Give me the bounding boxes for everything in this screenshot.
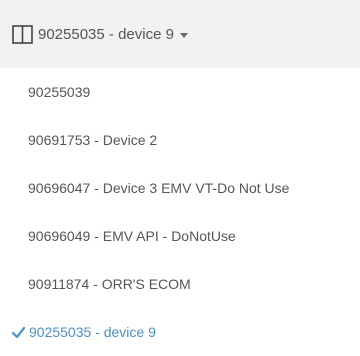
menu-item-90696047[interactable]: 90696047 - Device 3 EMV VT-Do Not Use: [0, 164, 360, 212]
device-dropdown-menu: 90255039 90691753 - Device 2 90696047 - …: [0, 68, 360, 356]
menu-item-90691753[interactable]: 90691753 - Device 2: [0, 116, 360, 164]
checkmark-icon: [12, 326, 25, 338]
device-selector-dropdown[interactable]: 90255035 - device 9: [12, 20, 188, 48]
menu-item-label: 90255039: [28, 84, 91, 100]
menu-item-label: 90911874 - ORR'S ECOM: [28, 276, 191, 292]
device-selector-header: 90255035 - device 9: [0, 0, 360, 68]
columns-icon: [12, 24, 33, 44]
menu-item-90696049[interactable]: 90696049 - EMV API - DoNotUse: [0, 212, 360, 260]
caret-down-icon: [179, 32, 188, 38]
current-device-label: 90255035 - device 9: [38, 25, 174, 43]
menu-item-label: 90691753 - Device 2: [28, 132, 158, 148]
menu-item-90255039[interactable]: 90255039: [0, 68, 360, 116]
menu-item-label: 90696047 - Device 3 EMV VT-Do Not Use: [28, 180, 290, 196]
menu-item-label: 90696049 - EMV API - DoNotUse: [28, 228, 236, 244]
menu-item-90911874[interactable]: 90911874 - ORR'S ECOM: [0, 260, 360, 308]
menu-item-90255035-selected[interactable]: 90255035 - device 9: [0, 308, 360, 356]
menu-item-label: 90255035 - device 9: [29, 324, 156, 340]
